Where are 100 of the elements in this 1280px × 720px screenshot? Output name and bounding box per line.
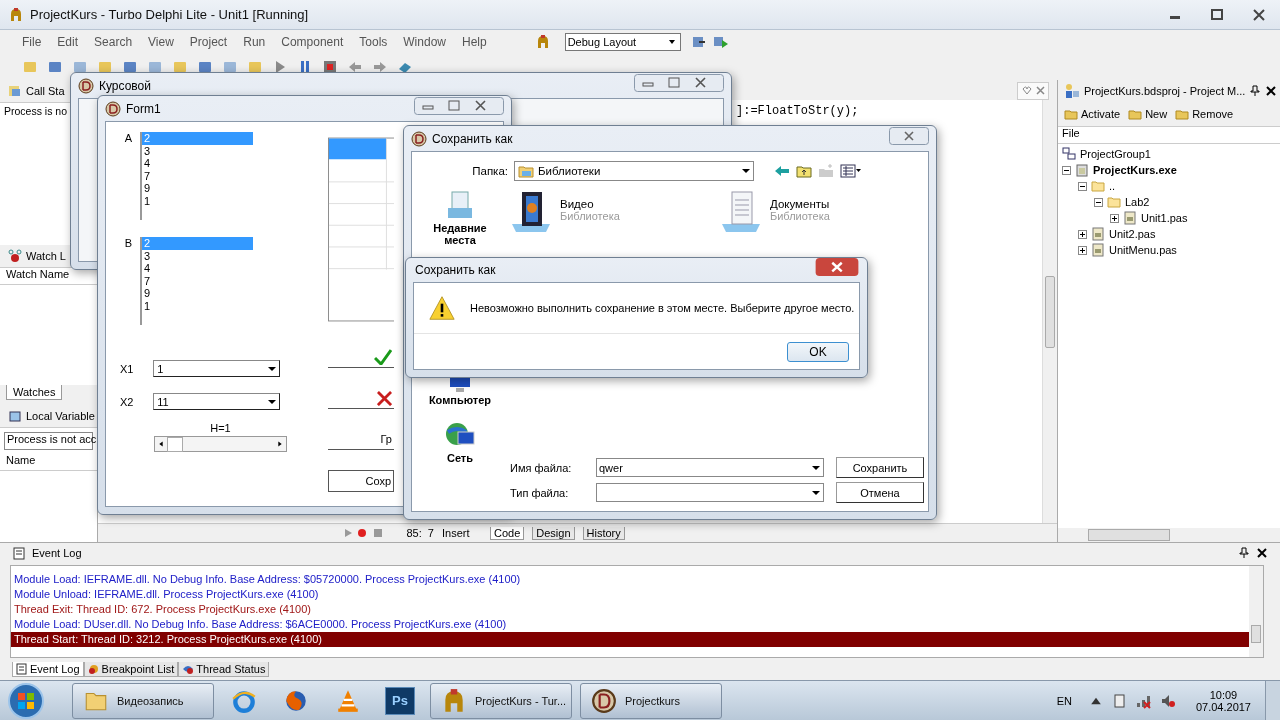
column-header[interactable]: Name bbox=[0, 454, 97, 471]
tree-item[interactable]: Unit2.pas bbox=[1109, 228, 1156, 240]
menu-item[interactable]: View bbox=[140, 33, 182, 51]
scroll-thumb[interactable] bbox=[167, 436, 183, 452]
tree-item[interactable]: .. bbox=[1109, 180, 1116, 192]
taskbar-button[interactable]: Projectkurs bbox=[580, 682, 722, 719]
tree-item[interactable]: Unit1.pas bbox=[1141, 212, 1188, 224]
back-arrow-icon[interactable] bbox=[347, 59, 363, 75]
list-item[interactable]: 3 bbox=[142, 144, 253, 157]
panel-tab[interactable]: Breakpoint List bbox=[83, 661, 179, 677]
scrollbar[interactable] bbox=[1249, 566, 1263, 657]
list-item[interactable]: 1 bbox=[142, 194, 253, 207]
list-item[interactable]: 3 bbox=[142, 249, 253, 262]
list-item[interactable]: 7 bbox=[142, 169, 253, 182]
library-item[interactable]: Видео Библиотека bbox=[510, 190, 720, 234]
log-entry[interactable]: Thread Start: Thread ID: 3212. Process ProjectKurs.exe (4100) bbox=[11, 632, 1249, 647]
view-menu-icon[interactable] bbox=[840, 163, 862, 179]
panel-tab[interactable]: Watches bbox=[6, 385, 63, 400]
form-button[interactable]: Гр bbox=[328, 429, 394, 450]
expander-icon[interactable] bbox=[1094, 197, 1103, 207]
list-item[interactable]: 1 bbox=[142, 299, 253, 312]
column-header[interactable]: File bbox=[1058, 127, 1280, 144]
list-item[interactable]: 9 bbox=[142, 182, 253, 195]
clock-time[interactable]: 10:09 bbox=[1209, 688, 1238, 701]
expander-icon[interactable] bbox=[1062, 165, 1071, 175]
device-icon[interactable] bbox=[1111, 692, 1128, 709]
panel-tab[interactable]: Thread Status bbox=[178, 661, 270, 677]
pin-icon[interactable] bbox=[1249, 85, 1262, 97]
editor-tab[interactable]: Code bbox=[490, 526, 525, 540]
editor-tab[interactable]: History bbox=[582, 526, 625, 540]
helmet-icon bbox=[8, 6, 24, 23]
layout-save-icon[interactable] bbox=[690, 34, 707, 50]
forward-arrow-icon[interactable] bbox=[372, 59, 388, 75]
expander-icon[interactable] bbox=[1078, 229, 1087, 239]
file-type-dropdown[interactable] bbox=[596, 483, 824, 502]
language-indicator[interactable]: EN bbox=[1056, 694, 1072, 707]
toolbar-button[interactable]: New bbox=[1128, 107, 1168, 121]
back-arrow-icon[interactable] bbox=[774, 163, 790, 179]
menu-item[interactable]: Project bbox=[181, 33, 236, 51]
log-entry[interactable]: Module Load: DUser.dll. No Debug Info. Base Address: $6ACE0000. Process ProjectKurs.exe (4100) bbox=[11, 617, 1249, 632]
pin-icon[interactable] bbox=[1238, 547, 1250, 559]
menu-item[interactable]: Search bbox=[86, 33, 141, 51]
tree-item[interactable]: Lab2 bbox=[1125, 196, 1150, 208]
editor-buttons-icon[interactable] bbox=[1017, 82, 1049, 100]
toolbar-button[interactable]: Remove bbox=[1175, 107, 1234, 121]
toolbar-button[interactable]: Activate bbox=[1064, 107, 1121, 121]
menu-item[interactable]: Run bbox=[235, 33, 274, 51]
field-label: X1 bbox=[120, 362, 135, 375]
folder-up-icon[interactable] bbox=[796, 163, 812, 179]
menu-item[interactable]: Component bbox=[273, 33, 352, 51]
expander-icon[interactable] bbox=[1078, 245, 1087, 255]
log-entry[interactable]: Module Unload: IEFRAME.dll. Process ProjectKurs.exe (4100) bbox=[11, 587, 1249, 602]
scrollbar[interactable] bbox=[1058, 528, 1280, 542]
place-item[interactable]: Сеть bbox=[444, 420, 476, 464]
ok-button[interactable]: OK bbox=[787, 341, 849, 362]
close-icon[interactable] bbox=[1265, 85, 1278, 97]
folder-dropdown[interactable]: Библиотеки bbox=[514, 161, 754, 181]
form-button[interactable]: Сохр bbox=[328, 470, 394, 492]
show-desktop-button[interactable] bbox=[1265, 680, 1280, 720]
layout-dropdown[interactable]: Debug Layout bbox=[564, 33, 681, 51]
log-entry[interactable]: Module Load: IEFRAME.dll. No Debug Info. Base Address: $05720000. Process ProjectKurs.exe (4100) bbox=[11, 572, 1249, 587]
expander-icon[interactable] bbox=[1110, 213, 1119, 223]
list-item[interactable]: 9 bbox=[142, 287, 253, 300]
stop-icon[interactable] bbox=[322, 59, 338, 75]
combo-box[interactable]: 1 bbox=[153, 360, 280, 377]
menu-item[interactable]: Window bbox=[395, 33, 454, 51]
window-controls-icon[interactable] bbox=[414, 96, 504, 115]
menu-item[interactable]: Tools bbox=[351, 33, 396, 51]
tree-item[interactable]: UnitMenu.pas bbox=[1109, 244, 1177, 256]
editor-tab[interactable]: Design bbox=[532, 526, 575, 540]
clock-date[interactable]: 07.04.2017 bbox=[1195, 700, 1251, 713]
place-item[interactable]: Недавние места bbox=[430, 190, 490, 246]
menu-item[interactable]: Edit bbox=[49, 33, 87, 51]
log-entry[interactable]: Thread Exit: Thread ID: 672. Process ProjectKurs.exe (4100) bbox=[11, 602, 1249, 617]
close-icon[interactable] bbox=[1256, 547, 1268, 559]
list-item[interactable]: 4 bbox=[142, 262, 253, 275]
save-button[interactable]: Сохранить bbox=[836, 457, 924, 478]
menu-item[interactable]: File bbox=[14, 33, 50, 51]
column-header[interactable]: Watch Name bbox=[0, 268, 97, 285]
form-button[interactable] bbox=[328, 347, 394, 368]
list-box[interactable]: 2 3 4 7 9 1 bbox=[140, 237, 253, 325]
scrollbar[interactable] bbox=[154, 436, 287, 452]
expander-icon[interactable] bbox=[1078, 181, 1087, 191]
tree-item[interactable]: ProjectKurs.exe bbox=[1093, 164, 1177, 176]
taskbar-button[interactable]: Видеозапись bbox=[72, 682, 214, 719]
panel-tab[interactable]: Event Log bbox=[12, 661, 84, 677]
file-name-field[interactable]: qwer bbox=[596, 458, 824, 477]
taskbar-button[interactable]: ProjectKurs - Tur... bbox=[430, 682, 572, 719]
combo-box[interactable]: 11 bbox=[153, 393, 280, 410]
list-item[interactable]: 4 bbox=[142, 157, 253, 170]
list-box[interactable]: 2 3 4 7 9 1 bbox=[140, 132, 253, 220]
menu-item[interactable]: Help bbox=[454, 33, 495, 51]
list-item[interactable]: 7 bbox=[142, 274, 253, 287]
window-controls-icon[interactable] bbox=[634, 73, 724, 92]
cancel-button[interactable]: Отмена bbox=[836, 482, 924, 503]
run-icon[interactable] bbox=[712, 34, 729, 50]
start-button[interactable] bbox=[6, 680, 46, 720]
library-item[interactable]: Документы Библиотека bbox=[720, 190, 924, 234]
tree-item[interactable]: ProjectGroup1 bbox=[1080, 148, 1151, 160]
form-button[interactable] bbox=[328, 388, 394, 409]
